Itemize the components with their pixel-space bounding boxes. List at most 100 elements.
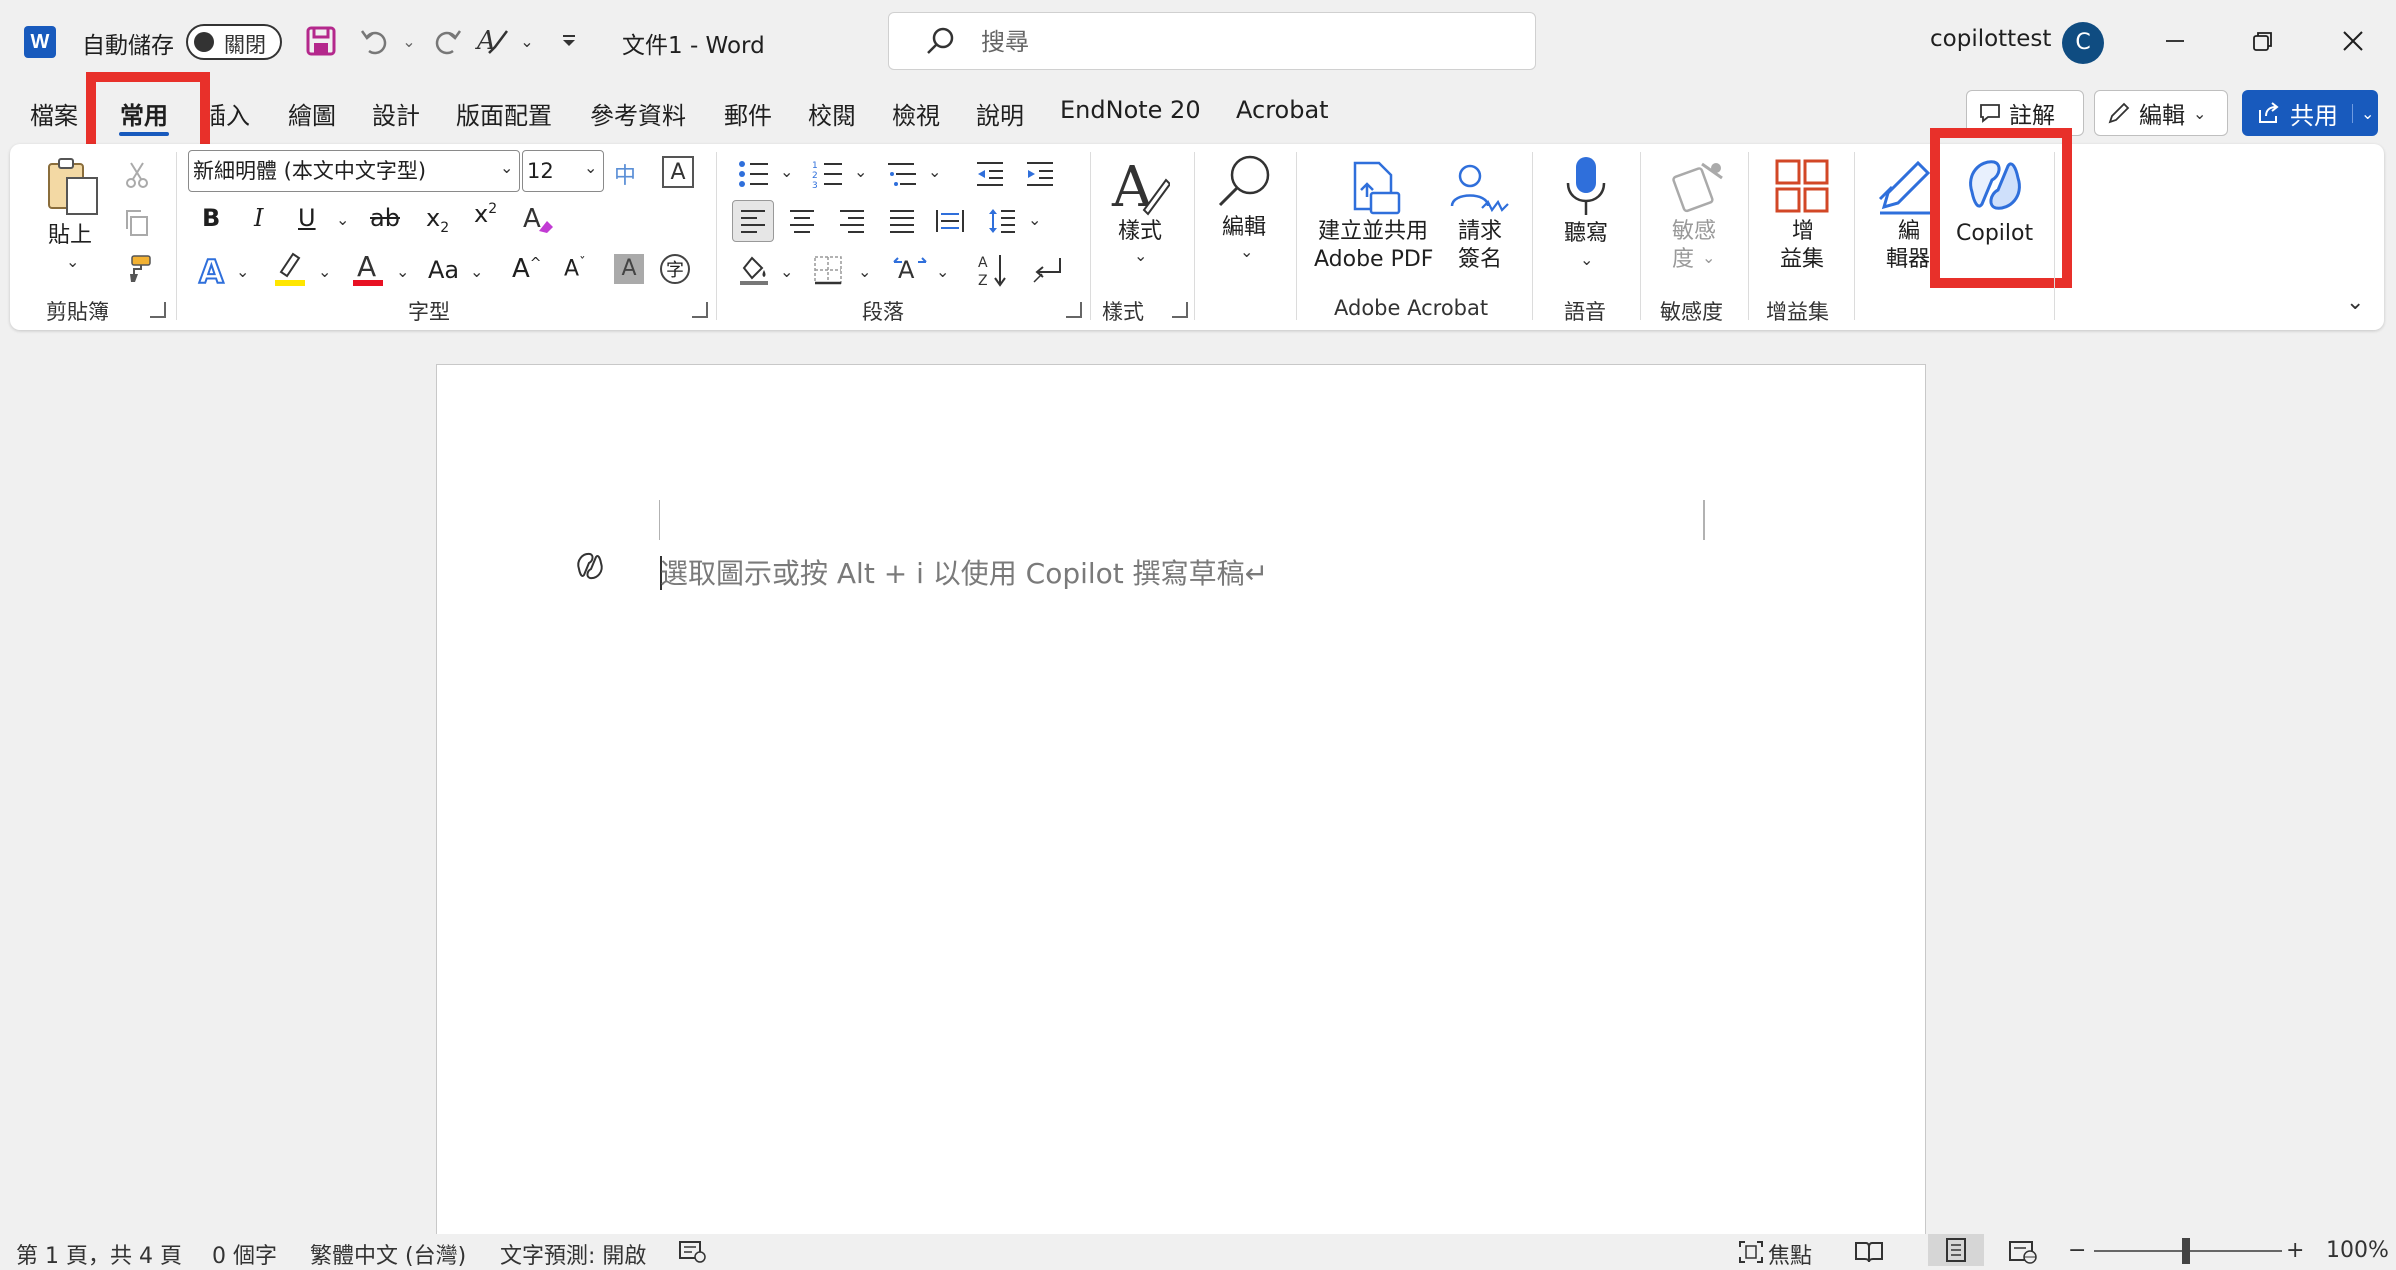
close-icon[interactable] — [2326, 16, 2380, 66]
superscript-button[interactable]: x2 — [474, 200, 497, 228]
character-border-icon[interactable]: A — [662, 156, 694, 188]
tab-mailings[interactable]: 郵件 — [724, 96, 772, 131]
borders-dropdown-icon[interactable]: ⌄ — [858, 262, 871, 281]
dictate-label[interactable]: 聽寫 — [1564, 220, 1608, 248]
create-pdf-icon[interactable] — [1346, 158, 1406, 218]
font-name-box[interactable]: 新細明體 (本文中文字型) — [188, 150, 520, 192]
dictate-dropdown-icon[interactable]: ⌄ — [1580, 250, 1593, 269]
format-painter-icon[interactable] — [120, 252, 154, 286]
sensitivity-label-2[interactable]: 度 — [1672, 246, 1694, 274]
distributed-icon[interactable] — [932, 204, 968, 238]
editing-group-label[interactable]: 編輯 — [1222, 214, 1266, 242]
zoom-slider-thumb[interactable] — [2182, 1238, 2190, 1264]
decrease-indent-icon[interactable] — [972, 156, 1008, 192]
clear-formatting-icon[interactable]: A — [520, 200, 556, 236]
sensitivity-icon[interactable] — [1670, 156, 1730, 216]
paragraph-launcher-icon[interactable] — [1066, 302, 1082, 318]
shading-dropdown-icon[interactable]: ⌄ — [780, 262, 793, 281]
search-box[interactable] — [888, 12, 1536, 70]
justify-icon[interactable] — [884, 204, 920, 238]
undo-dropdown-icon[interactable]: ⌄ — [390, 22, 428, 60]
request-signature-icon[interactable] — [1448, 158, 1510, 218]
accessibility-icon[interactable] — [678, 1240, 708, 1268]
increase-indent-icon[interactable] — [1022, 156, 1058, 192]
underline-button[interactable]: U — [298, 204, 316, 232]
create-pdf-label-1[interactable]: 建立並共用 — [1318, 218, 1428, 246]
ribbon-collapse-icon[interactable]: ⌄ — [2346, 290, 2364, 315]
share-button[interactable]: 共用 ⌄ — [2242, 90, 2378, 136]
find-icon[interactable] — [1212, 152, 1276, 212]
undo-icon[interactable] — [356, 22, 394, 60]
text-prediction-status[interactable]: 文字預測: 開啟 — [500, 1238, 646, 1270]
page-count[interactable]: 第 1 頁，共 4 頁 — [16, 1238, 182, 1270]
sort-icon[interactable]: AZ — [976, 252, 1012, 288]
bold-button[interactable]: B — [202, 204, 220, 232]
borders-icon[interactable] — [810, 252, 846, 288]
asian-layout-dropdown-icon[interactable]: ⌄ — [936, 262, 949, 281]
shrink-font-button[interactable]: Aˇ — [564, 256, 586, 281]
cut-icon[interactable] — [120, 158, 154, 192]
editor-label-1[interactable]: 編 — [1898, 218, 1920, 246]
font-color-icon[interactable]: A — [350, 250, 386, 288]
web-layout-icon[interactable] — [2008, 1240, 2038, 1268]
editor-dropdown-icon[interactable]: ⌄ — [508, 22, 546, 60]
phonetic-guide-icon[interactable]: 中 — [614, 158, 636, 190]
copy-icon[interactable] — [120, 206, 154, 240]
save-icon[interactable] — [302, 22, 340, 60]
subscript-button[interactable]: x2 — [426, 204, 449, 236]
numbering-dropdown-icon[interactable]: ⌄ — [854, 162, 867, 181]
paste-label[interactable]: 貼上 — [48, 222, 92, 250]
focus-label[interactable]: 焦點 — [1768, 1238, 1812, 1270]
numbering-icon[interactable]: 123 — [810, 156, 846, 192]
text-effects-dropdown-icon[interactable]: ⌄ — [236, 262, 249, 281]
tab-review[interactable]: 校閱 — [808, 96, 856, 131]
add-ins-label-1[interactable]: 增 — [1792, 218, 1814, 246]
user-name[interactable]: copilottest — [1930, 26, 2051, 52]
text-effects-icon[interactable]: A — [196, 252, 232, 288]
redo-icon[interactable] — [428, 22, 466, 60]
strikethrough-button[interactable]: ab — [370, 204, 400, 232]
italic-button[interactable]: I — [254, 204, 263, 232]
read-mode-icon[interactable] — [1854, 1240, 1884, 1268]
tab-view[interactable]: 檢視 — [892, 96, 940, 131]
editor-label-2[interactable]: 輯器 — [1886, 246, 1930, 274]
create-pdf-label-2[interactable]: Adobe PDF — [1314, 246, 1433, 274]
enclose-characters-button[interactable]: 字 — [660, 254, 690, 284]
dictate-icon[interactable] — [1560, 154, 1612, 218]
tab-file[interactable]: 檔案 — [30, 96, 78, 131]
print-layout-button[interactable] — [1928, 1234, 1984, 1266]
clipboard-launcher-icon[interactable] — [150, 302, 166, 318]
underline-dropdown-icon[interactable]: ⌄ — [336, 210, 349, 229]
word-count[interactable]: 0 個字 — [212, 1238, 277, 1270]
copilot-draft-icon[interactable] — [572, 548, 608, 584]
paste-dropdown-icon[interactable]: ⌄ — [66, 252, 79, 271]
sensitivity-dropdown-icon[interactable]: ⌄ — [1702, 248, 1715, 267]
align-right-icon[interactable] — [834, 204, 870, 238]
editor-pen-icon[interactable] — [1878, 156, 1934, 216]
sensitivity-label-1[interactable]: 敏感 — [1672, 218, 1716, 246]
font-name-dropdown-icon[interactable]: ⌄ — [500, 158, 513, 177]
minimize-icon[interactable] — [2148, 16, 2202, 66]
tab-acrobat[interactable]: Acrobat — [1236, 96, 1329, 124]
request-sign-label-1[interactable]: 請求 — [1458, 218, 1502, 246]
tab-references[interactable]: 參考資料 — [590, 96, 686, 131]
multilevel-dropdown-icon[interactable]: ⌄ — [928, 162, 941, 181]
highlight-dropdown-icon[interactable]: ⌄ — [318, 262, 331, 281]
editing-mode-button[interactable]: 編輯 ⌄ — [2094, 90, 2228, 136]
avatar[interactable]: C — [2062, 22, 2104, 64]
bullets-icon[interactable] — [736, 156, 772, 192]
paste-icon[interactable] — [44, 156, 104, 216]
multilevel-list-icon[interactable] — [884, 156, 920, 192]
styles-dropdown-icon[interactable]: ⌄ — [1134, 246, 1147, 265]
request-sign-label-2[interactable]: 簽名 — [1458, 246, 1502, 274]
shading-icon[interactable] — [736, 252, 772, 288]
change-case-button[interactable]: Aa — [428, 256, 459, 284]
add-ins-label-2[interactable]: 益集 — [1780, 246, 1824, 274]
character-shading-button[interactable]: A — [614, 254, 644, 284]
tab-design[interactable]: 設計 — [372, 96, 420, 131]
copilot-placeholder-text[interactable]: 選取圖示或按 Alt + i 以使用 Copilot 撰寫草稿↵ — [660, 552, 1268, 592]
styles-launcher-icon[interactable] — [1172, 302, 1188, 318]
grow-font-button[interactable]: A^ — [512, 254, 542, 284]
editor-check-icon[interactable]: A — [474, 22, 512, 60]
add-ins-icon[interactable] — [1772, 156, 1832, 216]
